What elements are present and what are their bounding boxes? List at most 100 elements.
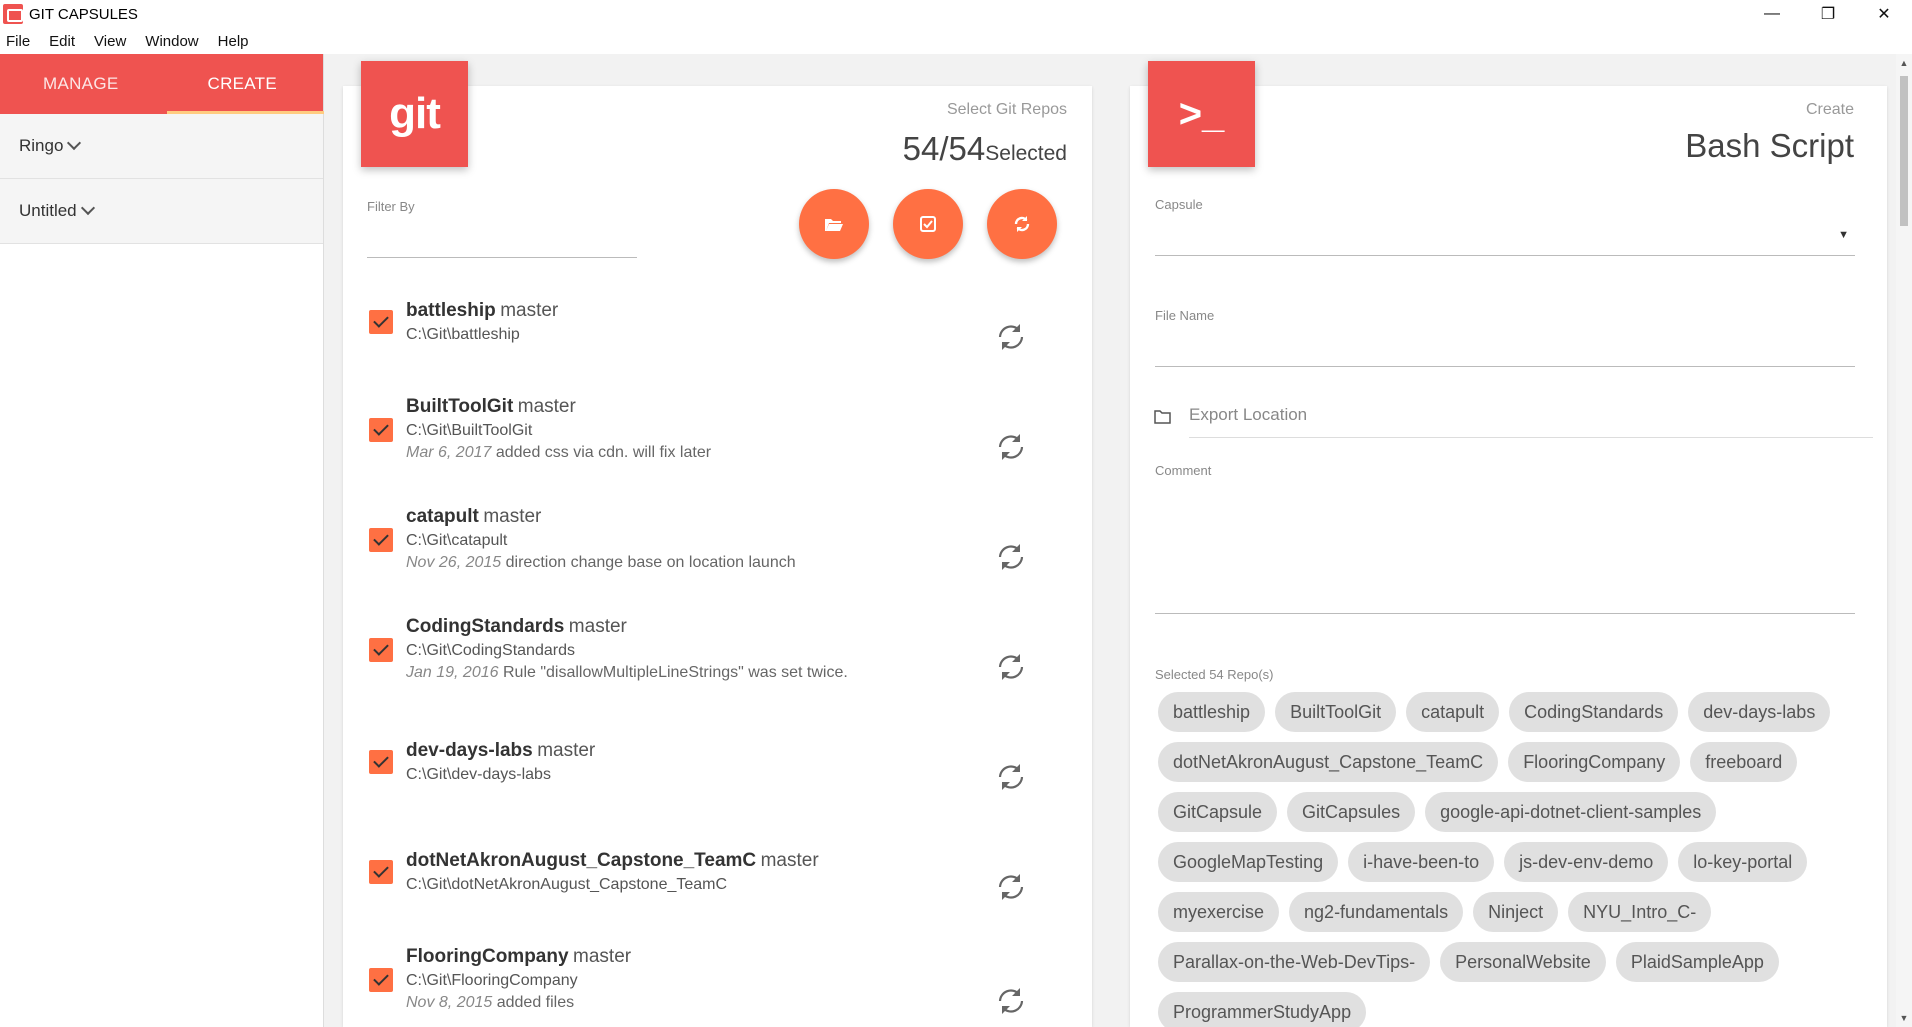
filename-label: File Name bbox=[1155, 308, 1215, 323]
menu-edit[interactable]: Edit bbox=[49, 33, 75, 50]
repo-chip[interactable]: i-have-been-to bbox=[1348, 842, 1495, 882]
repo-refresh-icon[interactable] bbox=[994, 760, 1028, 794]
sidebar: MANAGE CREATE Ringo Untitled bbox=[0, 54, 324, 1027]
selected-repos-label: Selected 54 Repo(s) bbox=[1155, 667, 1274, 682]
select-all-button[interactable] bbox=[893, 189, 963, 259]
chevron-down-icon bbox=[67, 135, 82, 151]
sidebar-item-ringo[interactable]: Ringo bbox=[0, 114, 323, 179]
scroll-down-arrow-icon[interactable]: ▼ bbox=[1896, 1013, 1912, 1023]
repo-refresh-icon[interactable] bbox=[994, 870, 1028, 904]
repo-chip[interactable]: dev-days-labs bbox=[1688, 692, 1831, 732]
scroll-thumb[interactable] bbox=[1900, 76, 1908, 226]
repo-chip[interactable]: dotNetAkronAugust_Capstone_TeamC bbox=[1158, 742, 1499, 782]
repo-chip[interactable]: lo-key-portal bbox=[1678, 842, 1808, 882]
check-square-icon bbox=[920, 216, 936, 232]
repo-branch: master bbox=[517, 396, 576, 417]
repo-chip[interactable]: GitCapsule bbox=[1158, 792, 1278, 832]
capsule-underline bbox=[1155, 255, 1855, 256]
repo-chip[interactable]: PlaidSampleApp bbox=[1615, 942, 1779, 982]
repo-info: dev-days-labs master C:\Git\dev-days-lab… bbox=[406, 740, 595, 784]
comment-textarea[interactable] bbox=[1155, 485, 1855, 613]
repo-checkbox[interactable] bbox=[369, 968, 393, 992]
tab-create[interactable]: CREATE bbox=[162, 54, 324, 114]
filter-label: Filter By bbox=[367, 199, 415, 214]
repos-header-label: Select Git Repos bbox=[946, 101, 1067, 118]
repo-checkbox[interactable] bbox=[369, 750, 393, 774]
repo-path: C:\Git\FlooringCompany bbox=[406, 972, 578, 989]
repo-info: BuiltToolGit master C:\Git\BuiltToolGit … bbox=[406, 396, 711, 462]
menu-view[interactable]: View bbox=[94, 33, 126, 50]
repo-chip[interactable]: battleship bbox=[1158, 692, 1266, 732]
repo-checkbox[interactable] bbox=[369, 418, 393, 442]
minimize-button[interactable]: — bbox=[1744, 0, 1800, 28]
repo-chip[interactable]: NYU_Intro_C- bbox=[1568, 892, 1712, 932]
repo-chip[interactable]: freeboard bbox=[1690, 742, 1798, 782]
repo-chip[interactable]: myexercise bbox=[1158, 892, 1280, 932]
chevron-down-icon bbox=[80, 200, 95, 216]
menu-bar: File Edit View Window Help bbox=[0, 28, 1912, 54]
menu-help[interactable]: Help bbox=[218, 33, 249, 50]
repo-checkbox[interactable] bbox=[369, 860, 393, 884]
repo-chip[interactable]: Ninject bbox=[1473, 892, 1559, 932]
vertical-scrollbar[interactable]: ▲ ▼ bbox=[1896, 54, 1912, 1027]
commit-date: Jan 19, 2016 bbox=[406, 664, 499, 681]
repo-refresh-icon[interactable] bbox=[994, 540, 1028, 574]
filename-input[interactable] bbox=[1155, 366, 1855, 367]
repo-last-commit: Nov 26, 2015 direction change base on lo… bbox=[406, 554, 796, 572]
repo-info: dotNetAkronAugust_Capstone_TeamC master … bbox=[406, 850, 819, 894]
repo-chip[interactable]: ProgrammerStudyApp bbox=[1158, 992, 1367, 1027]
sidebar-item-untitled[interactable]: Untitled bbox=[0, 179, 323, 244]
commit-message: added files bbox=[496, 994, 575, 1011]
tab-manage[interactable]: MANAGE bbox=[0, 54, 162, 114]
close-button[interactable]: ✕ bbox=[1856, 0, 1912, 28]
filter-input[interactable] bbox=[367, 257, 637, 258]
repo-refresh-icon[interactable] bbox=[994, 430, 1028, 464]
menu-file[interactable]: File bbox=[6, 33, 30, 50]
repo-path: C:\Git\CodingStandards bbox=[406, 642, 575, 659]
repo-name: BuiltToolGit bbox=[406, 396, 514, 417]
selected-count: 54/54Selected bbox=[880, 130, 1067, 168]
repo-chip[interactable]: FlooringCompany bbox=[1508, 742, 1681, 782]
repo-chip[interactable]: GoogleMapTesting bbox=[1158, 842, 1339, 882]
repo-last-commit: Mar 6, 2017 added css via cdn. will fix … bbox=[406, 444, 711, 462]
repo-checkbox[interactable] bbox=[369, 638, 393, 662]
repo-chip[interactable]: google-api-dotnet-client-samples bbox=[1425, 792, 1717, 832]
repo-checkbox[interactable] bbox=[369, 528, 393, 552]
commit-date: Mar 6, 2017 bbox=[406, 444, 492, 461]
commit-date: Nov 26, 2015 bbox=[406, 554, 502, 571]
repo-refresh-icon[interactable] bbox=[994, 650, 1028, 684]
folder-open-button[interactable] bbox=[799, 189, 869, 259]
repo-branch: master bbox=[483, 506, 542, 527]
sidebar-item-label: Untitled bbox=[19, 201, 77, 220]
comment-underline bbox=[1155, 613, 1855, 614]
repo-refresh-icon[interactable] bbox=[994, 320, 1028, 354]
repo-path: C:\Git\BuiltToolGit bbox=[406, 422, 533, 439]
repo-name: FlooringCompany bbox=[406, 946, 569, 967]
repo-chip[interactable]: js-dev-env-demo bbox=[1504, 842, 1669, 882]
repo-chip[interactable]: ng2-fundamentals bbox=[1289, 892, 1464, 932]
repo-chip[interactable]: PersonalWebsite bbox=[1440, 942, 1606, 982]
repo-chip[interactable]: CodingStandards bbox=[1509, 692, 1679, 732]
menu-window[interactable]: Window bbox=[145, 33, 198, 50]
restore-button[interactable]: ❐ bbox=[1800, 0, 1856, 28]
repo-chip[interactable]: BuiltToolGit bbox=[1275, 692, 1397, 732]
capsule-select[interactable]: ▼ bbox=[1155, 215, 1855, 255]
refresh-all-button[interactable] bbox=[987, 189, 1057, 259]
repo-branch: master bbox=[500, 300, 559, 321]
repo-name: CodingStandards bbox=[406, 616, 565, 637]
repo-info: FlooringCompany master C:\Git\FlooringCo… bbox=[406, 946, 631, 1012]
dropdown-arrow-icon: ▼ bbox=[1838, 229, 1849, 241]
folder-icon[interactable] bbox=[1154, 410, 1171, 424]
export-location-input[interactable]: Export Location bbox=[1189, 405, 1307, 425]
repo-checkbox[interactable] bbox=[369, 310, 393, 334]
repo-info: battleship master C:\Git\battleship bbox=[406, 300, 558, 344]
repo-chip[interactable]: Parallax-on-the-Web-DevTips- bbox=[1158, 942, 1431, 982]
script-header-label: Create bbox=[1805, 101, 1854, 118]
repo-refresh-icon[interactable] bbox=[994, 984, 1028, 1018]
repo-name: catapult bbox=[406, 506, 479, 527]
repo-chip[interactable]: catapult bbox=[1406, 692, 1500, 732]
repo-name: battleship bbox=[406, 300, 496, 321]
commit-message: direction change base on location launch bbox=[505, 554, 796, 571]
scroll-up-arrow-icon[interactable]: ▲ bbox=[1896, 58, 1912, 68]
repo-chip[interactable]: GitCapsules bbox=[1287, 792, 1416, 832]
